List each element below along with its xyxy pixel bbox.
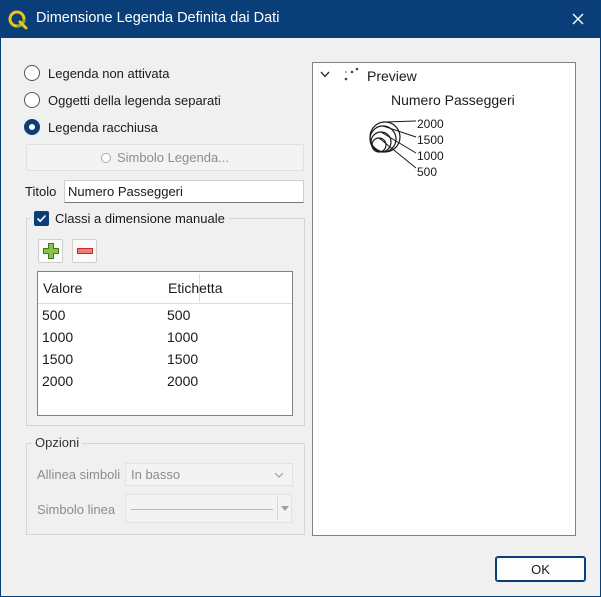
radio-label: Oggetti della legenda separati [48,92,221,108]
cell-label[interactable]: 500 [167,307,190,323]
manual-classes-checkbox[interactable] [34,210,49,226]
scatter-points-icon [344,67,359,81]
line-symbol-label: Simbolo linea [37,502,116,517]
cell-label[interactable]: 1000 [167,329,198,345]
legend-symbol-button[interactable]: Simbolo Legenda... [26,144,304,171]
cell-value[interactable]: 2000 [42,373,73,389]
collapsed-legend-symbols [369,120,417,169]
title-label: Titolo [25,184,57,199]
ok-button[interactable]: OK [495,556,586,582]
legend-label: 2000 [417,117,444,131]
cell-value[interactable]: 1500 [42,351,73,367]
cell-label[interactable]: 1500 [167,351,198,367]
preview-legend-title: Numero Passeggeri [391,92,515,108]
radio-legend-disabled[interactable]: Legenda non attivata [24,64,169,82]
combo-divider [277,497,278,520]
radio-indicator[interactable] [24,119,40,135]
cell-value[interactable]: 500 [42,307,65,323]
title-bar: Dimensione Legenda Definita dai Dati [0,0,601,38]
column-header-value[interactable]: Valore [43,280,82,296]
checkmark-icon [36,214,47,222]
qgis-logo-icon [8,10,28,30]
minus-icon [76,248,93,254]
window-title: Dimensione Legenda Definita dai Dati [36,10,280,26]
legend-label: 1500 [417,133,444,147]
legend-labels: 2000 1500 1000 500 [417,116,444,180]
line-symbol-select[interactable] [125,494,292,523]
table-row[interactable]: 1000 1000 [38,327,292,349]
close-icon [572,13,584,25]
align-symbols-select[interactable]: In basso [125,463,293,486]
radio-indicator[interactable] [24,92,40,108]
column-header-label[interactable]: Etichetta [168,280,222,296]
remove-class-button[interactable] [72,239,97,263]
preview-panel: Preview Numero Passeggeri 2000 1500 1000… [312,62,576,536]
table-header: Valore Etichetta [38,272,292,304]
radio-label: Legenda non attivata [48,65,170,81]
options-header: Opzioni [32,435,83,450]
cell-label[interactable]: 2000 [167,373,198,389]
close-button[interactable] [566,8,590,30]
collapse-chevron-icon[interactable] [320,71,330,78]
align-symbols-value: In basso [131,467,181,482]
manual-classes-header[interactable]: Classi a dimensione manuale [30,209,229,227]
radio-label: Legenda racchiusa [48,119,158,135]
ok-label: OK [531,561,550,577]
table-row[interactable]: 1500 1500 [38,349,292,371]
add-class-button[interactable] [38,239,63,263]
table-row[interactable]: 500 500 [38,305,292,327]
legend-symbol-label: Simbolo Legenda... [116,150,230,165]
radio-legend-separate[interactable]: Oggetti della legenda separati [24,91,221,109]
title-input[interactable]: Numero Passeggeri [64,180,304,203]
legend-label: 1000 [417,149,444,163]
align-symbols-label: Allinea simboli [37,467,121,482]
cell-value[interactable]: 1000 [42,329,73,345]
plus-icon [42,243,59,259]
legend-label: 500 [417,165,438,179]
radio-legend-collapsed[interactable]: Legenda racchiusa [24,118,158,136]
chevron-down-icon [274,472,284,478]
classes-table[interactable]: Valore Etichetta 500 500 1000 1000 1500 … [37,271,293,416]
dropdown-arrow-icon[interactable] [281,506,289,511]
preview-node-label[interactable]: Preview [367,68,417,84]
manual-classes-label: Classi a dimensione manuale [55,210,225,226]
symbol-preview-icon [100,152,111,163]
radio-indicator[interactable] [24,65,40,81]
table-row[interactable]: 2000 2000 [38,371,292,393]
line-symbol-preview [131,509,273,510]
title-input-value: Numero Passeggeri [68,184,183,199]
